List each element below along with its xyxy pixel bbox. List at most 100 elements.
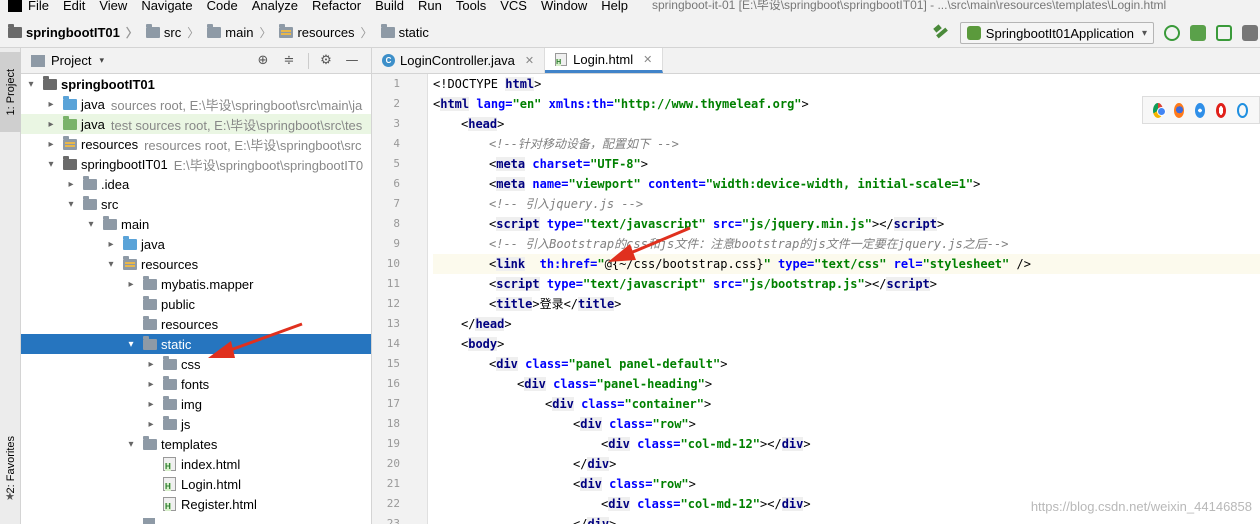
- menu-file[interactable]: File: [28, 0, 49, 12]
- tree-item-templates[interactable]: ▾ templates: [21, 434, 371, 454]
- code-line[interactable]: <!DOCTYPE html>: [433, 74, 1260, 94]
- firefox-icon[interactable]: [1173, 102, 1184, 118]
- tree-item-java[interactable]: ▸ java: [21, 234, 371, 254]
- tab-login-controller[interactable]: C LoginController.java ✕: [372, 48, 546, 73]
- hide-panel-icon[interactable]: —: [345, 54, 359, 68]
- code-line[interactable]: <link th:href="@{~/css/bootstrap.css}" t…: [433, 254, 1260, 274]
- collapse-all-icon[interactable]: ≑: [282, 54, 296, 68]
- code-line[interactable]: <div class="col-md-12"></div>: [433, 434, 1260, 454]
- code-line[interactable]: <!--针对移动设备，配置如下 -->: [433, 134, 1260, 154]
- debug-bug-icon[interactable]: [1190, 25, 1206, 41]
- build-hammer-icon[interactable]: [932, 24, 950, 42]
- chevron-down-icon[interactable]: ▾: [125, 339, 137, 350]
- locate-target-icon[interactable]: ⊕: [256, 54, 270, 68]
- tree-item-fonts[interactable]: ▸ fonts: [21, 374, 371, 394]
- tree-item-login-html[interactable]: Login.html: [21, 474, 371, 494]
- tree-item-css[interactable]: ▸ css: [21, 354, 371, 374]
- menu-edit[interactable]: Edit: [63, 0, 85, 12]
- close-icon[interactable]: ✕: [643, 53, 652, 66]
- run-with-coverage-icon[interactable]: [1216, 25, 1232, 41]
- tree-item-resources[interactable]: ▸ resources resources root, E:\毕设\springbo…: [21, 134, 371, 154]
- breadcrumb-src[interactable]: src 〉: [145, 24, 199, 41]
- code-line[interactable]: <div class="panel panel-default">: [433, 354, 1260, 374]
- code-line[interactable]: <meta charset="UTF-8">: [433, 154, 1260, 174]
- code-line[interactable]: </div>: [433, 514, 1260, 524]
- breadcrumb-static[interactable]: static: [380, 24, 429, 40]
- chevron-right-icon[interactable]: ▸: [45, 139, 57, 150]
- tree-item-static[interactable]: ▾ static: [21, 334, 371, 354]
- tree-item-public[interactable]: public: [21, 294, 371, 314]
- tree-item-index-html[interactable]: index.html: [21, 454, 371, 474]
- safari-icon[interactable]: [1194, 102, 1205, 118]
- tree-item-img[interactable]: ▸ img: [21, 394, 371, 414]
- code-line[interactable]: <script type="text/javascript" src="js/b…: [433, 274, 1260, 294]
- code-line[interactable]: <script type="text/javascript" src="js/j…: [433, 214, 1260, 234]
- chevron-down-icon[interactable]: ▾: [125, 439, 137, 450]
- run-configuration-select[interactable]: SpringbootIt01Application ▾: [959, 22, 1154, 44]
- menu-run[interactable]: Run: [418, 0, 442, 12]
- chevron-right-icon[interactable]: ▸: [145, 399, 157, 410]
- chevron-right-icon[interactable]: ▸: [45, 119, 57, 130]
- menu-code[interactable]: Code: [207, 0, 238, 12]
- breadcrumb-resources[interactable]: resources 〉: [279, 24, 373, 41]
- chevron-right-icon[interactable]: ▸: [105, 239, 117, 250]
- code-line[interactable]: <head>: [433, 114, 1260, 134]
- menu-refactor[interactable]: Refactor: [312, 0, 361, 12]
- code-line[interactable]: <!-- 引入jquery.js -->: [433, 194, 1260, 214]
- menu-help[interactable]: Help: [601, 0, 628, 12]
- project-panel-title[interactable]: Project: [51, 53, 91, 68]
- chevron-right-icon[interactable]: ▸: [145, 359, 157, 370]
- chevron-down-icon[interactable]: ▾: [45, 159, 57, 170]
- breadcrumb-main[interactable]: main 〉: [207, 24, 271, 41]
- code-line[interactable]: <!-- 引入Bootstrap的css和js文件：注意bootstrap的js…: [433, 234, 1260, 254]
- chevron-right-icon[interactable]: ▸: [45, 99, 57, 110]
- menu-window[interactable]: Window: [541, 0, 587, 12]
- code-line[interactable]: <body>: [433, 334, 1260, 354]
- code-line[interactable]: <div class="row">: [433, 474, 1260, 494]
- code-line[interactable]: </div>: [433, 454, 1260, 474]
- chevron-down-icon[interactable]: ▾: [85, 219, 97, 230]
- tree-item--idea[interactable]: ▸ .idea: [21, 174, 371, 194]
- code-area[interactable]: 1 2 3 4 5 6 7 8 9 10 11 12 13 14 15 16 17 18 19 20 21 22 23 <!…: [372, 74, 1260, 524]
- tree-item-resources[interactable]: resources: [21, 314, 371, 334]
- tree-item-java[interactable]: ▸ java test sources root, E:\毕设\springboot…: [21, 114, 371, 134]
- chevron-down-icon[interactable]: ▾: [99, 56, 104, 66]
- chevron-right-icon[interactable]: ▸: [145, 419, 157, 430]
- chevron-right-icon[interactable]: ▸: [125, 279, 137, 290]
- tree-item-springbootit01[interactable]: ▾ springbootIT01: [21, 74, 371, 94]
- chevron-down-icon[interactable]: ▾: [105, 259, 117, 270]
- code-line[interactable]: <div class="row">: [433, 414, 1260, 434]
- menu-view[interactable]: View: [99, 0, 127, 12]
- tree-item-src[interactable]: ▾ src: [21, 194, 371, 214]
- tree-item-resources[interactable]: ▾ resources: [21, 254, 371, 274]
- tree-item-java[interactable]: ▸ java sources root, E:\毕设\springboot\src\…: [21, 94, 371, 114]
- chrome-icon[interactable]: [1153, 102, 1166, 118]
- tree-item-partial[interactable]: [21, 514, 371, 524]
- project-tool-tab[interactable]: 1: Project: [0, 52, 21, 132]
- code-line[interactable]: <html lang="en" xmlns:th="http://www.thy…: [433, 94, 1260, 114]
- tree-item-register-html[interactable]: Register.html: [21, 494, 371, 514]
- menu-analyze[interactable]: Analyze: [252, 0, 298, 12]
- tree-item-mybatis-mapper[interactable]: ▸ mybatis.mapper: [21, 274, 371, 294]
- menu-build[interactable]: Build: [375, 0, 404, 12]
- tab-login-html[interactable]: Login.html ✕: [545, 48, 664, 73]
- code-line[interactable]: <div class="panel-heading">: [433, 374, 1260, 394]
- code-line[interactable]: <title>登录</title>: [433, 294, 1260, 314]
- tree-item-js[interactable]: ▸ js: [21, 414, 371, 434]
- opera-icon[interactable]: [1215, 102, 1226, 118]
- profiler-icon[interactable]: [1242, 25, 1258, 41]
- chevron-right-icon[interactable]: ▸: [145, 379, 157, 390]
- tree-item-springbootit01[interactable]: ▾ springbootIT01 E:\毕设\springboot\springbo…: [21, 154, 371, 174]
- code-line[interactable]: <div class="container">: [433, 394, 1260, 414]
- chevron-down-icon[interactable]: ▾: [25, 79, 37, 90]
- chevron-right-icon[interactable]: ▸: [65, 179, 77, 190]
- ie-icon[interactable]: [1236, 102, 1248, 118]
- gear-icon[interactable]: ⚙: [319, 54, 333, 68]
- menu-navigate[interactable]: Navigate: [141, 0, 192, 12]
- code-line[interactable]: <meta name="viewport" content="width:dev…: [433, 174, 1260, 194]
- breadcrumb-project[interactable]: springbootIT01 〉: [8, 24, 138, 41]
- menu-tools[interactable]: Tools: [456, 0, 486, 12]
- chevron-down-icon[interactable]: ▾: [65, 199, 77, 210]
- tree-item-main[interactable]: ▾ main: [21, 214, 371, 234]
- code-line[interactable]: </head>: [433, 314, 1260, 334]
